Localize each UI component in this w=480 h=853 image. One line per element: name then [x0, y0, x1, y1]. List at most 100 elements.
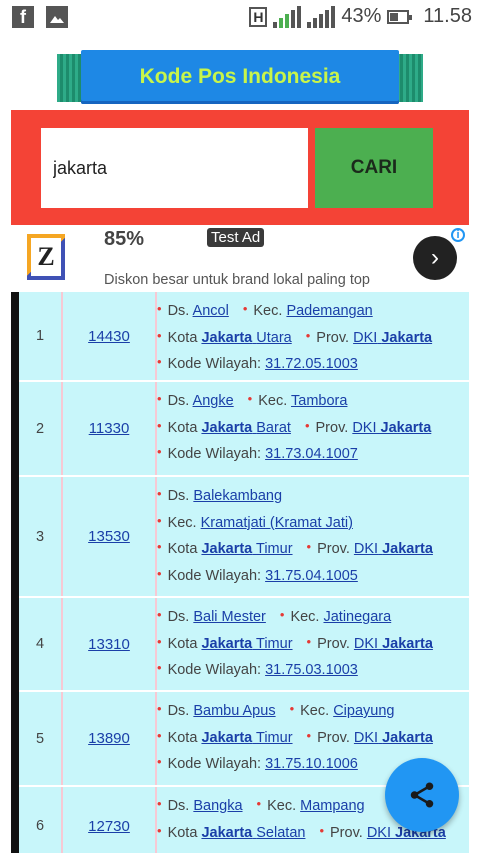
kota-name-rest: Utara [256, 329, 292, 346]
row-details: • Ds. Angke • Kec. Tambora • Kota Jakarta Bar… [157, 391, 432, 463]
provinsi-link[interactable]: DKI Jakarta [354, 730, 433, 746]
kecamatan-prefix: Kec. [267, 798, 297, 814]
provinsi-prefix: Prov. [317, 541, 350, 558]
kode-wilayah-prefix: Kode Wilayah: [167, 446, 262, 463]
kota-link[interactable]: Jakarta Timur [201, 636, 292, 652]
row-number: 4 [19, 598, 63, 690]
kecamatan-link[interactable]: Jatinegara [323, 609, 391, 625]
gallery-notification-icon [46, 6, 68, 28]
kecamatan-prefix: Kec. [300, 703, 330, 719]
desa-link[interactable]: Balekambang [193, 488, 282, 504]
row-details: • Ds. Bali Mester • Kec. Jatinegara • Kota Ja… [157, 607, 433, 679]
desa-prefix: Ds. [167, 703, 190, 719]
row-number: 2 [19, 382, 63, 475]
desa-prefix: Ds. [167, 303, 190, 319]
provinsi-name-a: DKI [353, 635, 379, 652]
kota-prefix: Kota [167, 541, 198, 558]
postal-code-link[interactable]: 12730 [63, 787, 157, 853]
provinsi-link[interactable]: DKI Jakarta [354, 636, 433, 652]
ad-banner[interactable]: Z 85% Test Ad Diskon besar untuk brand l… [11, 226, 469, 290]
kode-wilayah-link[interactable]: 31.75.04.1005 [265, 568, 358, 584]
kode-wilayah-link[interactable]: 31.73.04.1007 [265, 446, 358, 462]
chevron-right-icon[interactable]: › [413, 236, 457, 280]
kota-name-bold: Jakarta [201, 824, 253, 841]
provinsi-prefix: Prov. [317, 729, 350, 746]
kota-link[interactable]: Jakarta Selatan [201, 825, 305, 841]
kota-name-bold: Jakarta [201, 329, 253, 346]
desa-link[interactable]: Ancol [193, 303, 229, 319]
postal-code-link[interactable]: 14430 [63, 292, 157, 380]
kecamatan-link[interactable]: Cipayung [333, 703, 394, 719]
provinsi-name-bold: Jakarta [382, 729, 433, 746]
kota-name-bold: Jakarta [201, 419, 253, 436]
share-button[interactable] [385, 758, 459, 832]
postal-code-link[interactable]: 11330 [63, 382, 157, 475]
desa-link[interactable]: Bambu Apus [193, 703, 275, 719]
provinsi-name-bold: Jakarta [380, 419, 432, 436]
table-row: 4 13310 • Ds. Bali Mester • Kec. Jatinegara • K… [19, 598, 469, 692]
desa-prefix: Ds. [167, 609, 190, 625]
kecamatan-link[interactable]: Tambora [291, 393, 347, 409]
ad-logo: Z [31, 238, 61, 276]
postal-code-link[interactable]: 13310 [63, 598, 157, 690]
app-banner: Kode Pos Indonesia [57, 50, 423, 104]
kota-link[interactable]: Jakarta Utara [201, 330, 291, 346]
ad-label: Test Ad [207, 228, 265, 247]
kota-name-rest: Selatan [256, 824, 306, 841]
kode-wilayah-prefix: Kode Wilayah: [167, 356, 262, 373]
kota-name-bold: Jakarta [201, 541, 253, 558]
provinsi-prefix: Prov. [317, 635, 350, 652]
search-input[interactable] [41, 128, 308, 208]
kode-wilayah-link[interactable]: 31.75.10.1006 [265, 756, 358, 772]
table-row: 3 13530 • Ds. Balekambang • Kec. Kramatjati (… [19, 477, 469, 598]
kota-link[interactable]: Jakarta Timur [201, 730, 292, 746]
desa-link[interactable]: Angke [193, 393, 234, 409]
status-bar: f H 43% 11.58 [0, 0, 480, 34]
kode-wilayah-prefix: Kode Wilayah: [167, 568, 262, 585]
desa-prefix: Ds. [167, 798, 190, 814]
desa-prefix: Ds. [167, 393, 190, 409]
provinsi-name-a: DKI [353, 729, 379, 746]
provinsi-link[interactable]: DKI Jakarta [352, 420, 431, 436]
search-button[interactable]: CARI [315, 128, 433, 208]
kode-wilayah-prefix: Kode Wilayah: [167, 756, 262, 773]
kota-link[interactable]: Jakarta Barat [201, 420, 291, 436]
row-number: 6 [19, 787, 63, 853]
kecamatan-link[interactable]: Kramatjati (Kramat Jati) [201, 515, 353, 531]
kota-name-rest: Timur [256, 541, 293, 558]
provinsi-name-a: DKI [366, 824, 391, 841]
kota-prefix: Kota [167, 635, 198, 652]
kota-name-rest: Timur [256, 729, 293, 746]
desa-link[interactable]: Bali Mester [193, 609, 266, 625]
row-number: 1 [19, 292, 63, 380]
kota-prefix: Kota [167, 824, 198, 841]
facebook-notification-icon: f [12, 6, 34, 28]
table-row: 2 11330 • Ds. Angke • Kec. Tambora • Kota Jakar… [19, 382, 469, 477]
banner-ribbon-left [57, 54, 83, 102]
app-title: Kode Pos Indonesia [139, 65, 341, 88]
provinsi-link[interactable]: DKI Jakarta [354, 541, 433, 557]
battery-percent: 43% [341, 5, 382, 27]
postal-code-link[interactable]: 13530 [63, 477, 157, 596]
provinsi-prefix: Prov. [315, 419, 349, 436]
table-row: 1 14430 • Ds. Ancol • Kec. Pademangan • Kota Ja… [19, 292, 469, 382]
kota-prefix: Kota [167, 419, 198, 436]
desa-link[interactable]: Bangka [193, 798, 242, 814]
kota-prefix: Kota [167, 729, 198, 746]
kota-name-rest: Barat [256, 419, 291, 436]
kota-name-bold: Jakarta [201, 635, 253, 652]
kecamatan-prefix: Kec. [258, 393, 288, 409]
kode-wilayah-link[interactable]: 31.72.05.1003 [265, 356, 358, 372]
provinsi-name-a: DKI [353, 329, 378, 346]
provinsi-name-a: DKI [352, 419, 377, 436]
info-icon[interactable]: i [451, 228, 465, 242]
provinsi-link[interactable]: DKI Jakarta [353, 330, 432, 346]
kecamatan-link[interactable]: Mampang [300, 798, 364, 814]
kota-link[interactable]: Jakarta Timur [201, 541, 292, 557]
postal-code-link[interactable]: 13890 [63, 692, 157, 785]
kecamatan-link[interactable]: Pademangan [286, 303, 372, 319]
kecamatan-prefix: Kec. [290, 609, 320, 625]
table-left-border [11, 292, 19, 853]
kode-wilayah-link[interactable]: 31.75.03.1003 [265, 662, 358, 678]
row-number: 5 [19, 692, 63, 785]
